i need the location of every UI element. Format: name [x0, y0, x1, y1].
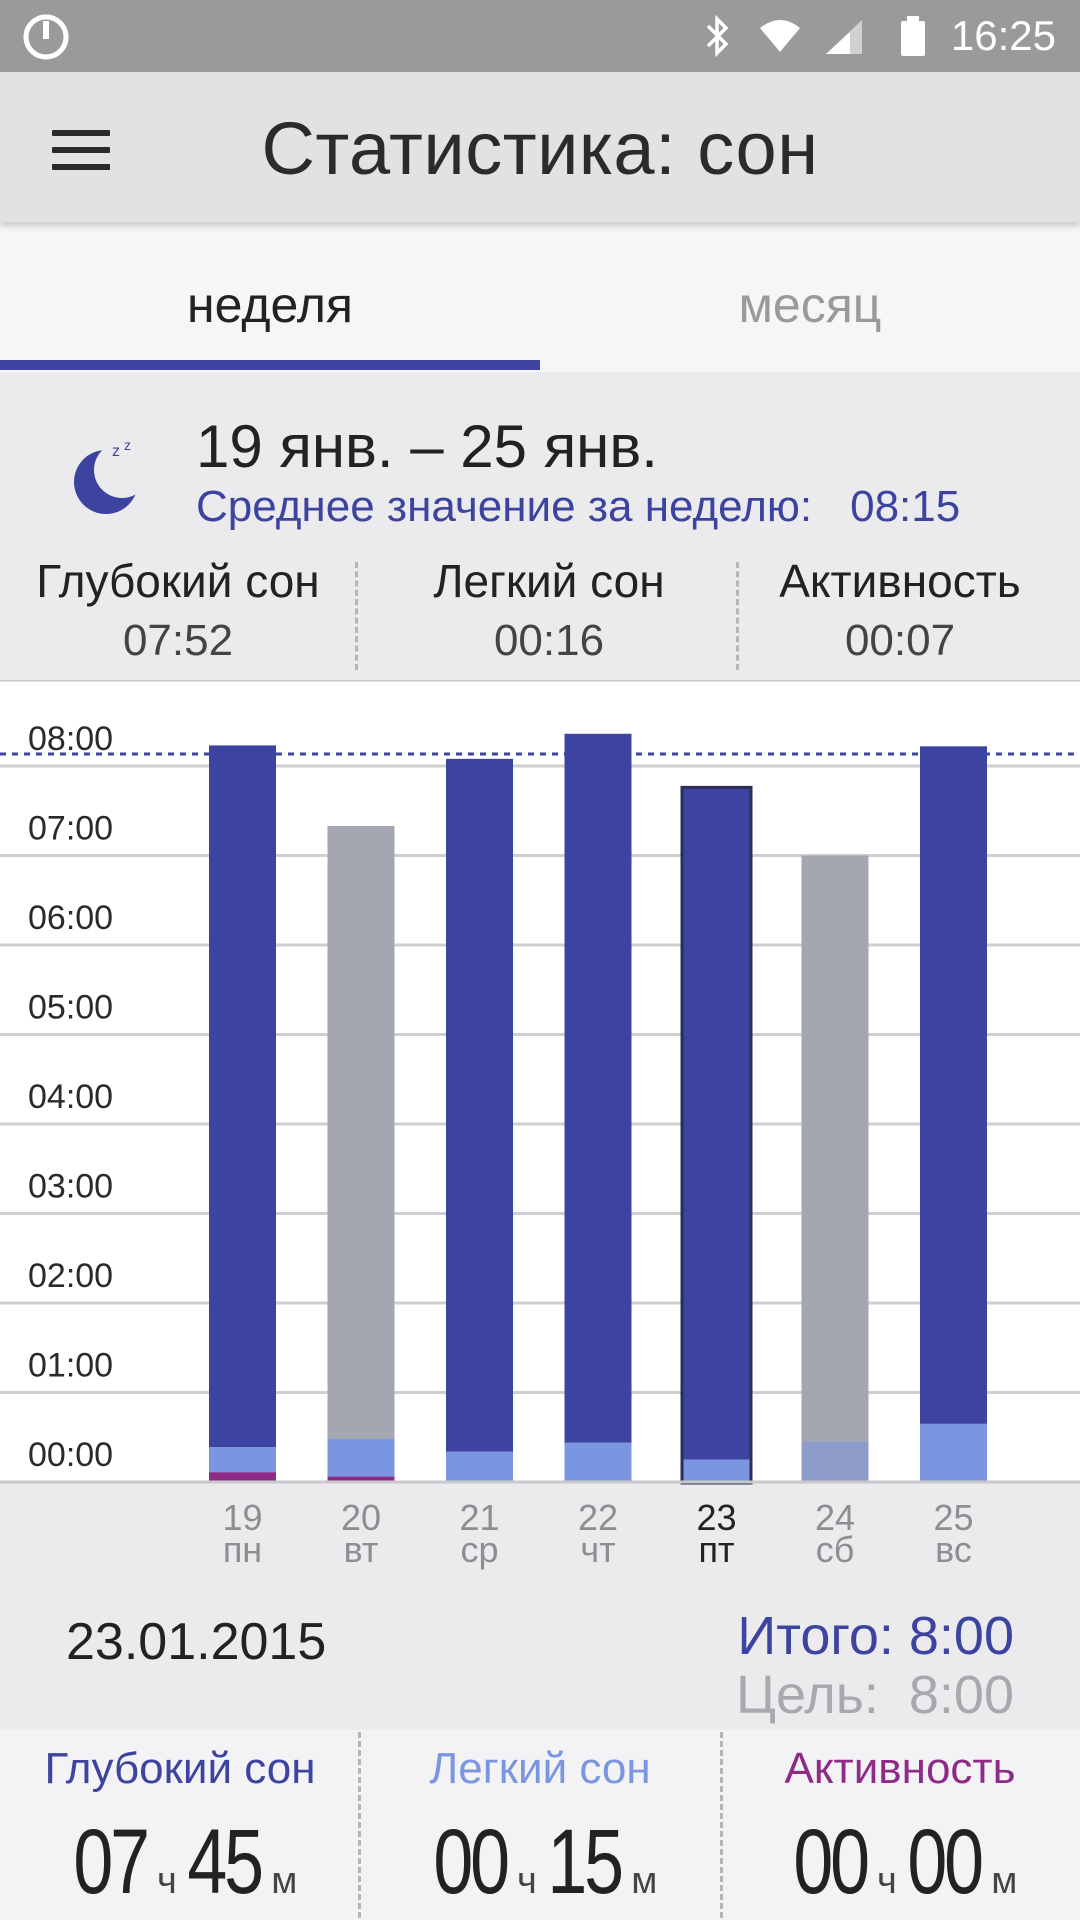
y-tick-label: 03:00 — [28, 1168, 113, 1206]
bar-deep-sleep — [920, 746, 987, 1424]
bar-light-sleep — [209, 1447, 276, 1473]
battery-icon — [901, 16, 925, 56]
stat-value: 00:16 — [493, 616, 605, 665]
x-tick-weekday: пт — [699, 1529, 735, 1570]
minutes-unit: м — [991, 1860, 1018, 1902]
status-bar: 16:25 — [0, 0, 1080, 72]
bar-light-sleep — [327, 1439, 395, 1477]
stat-value: 07:52 — [122, 616, 234, 665]
bar-light-sleep — [801, 1441, 869, 1482]
bar-light-sleep — [683, 1459, 750, 1482]
hours: 07 — [73, 1811, 150, 1913]
bar-light-sleep — [920, 1423, 987, 1482]
stat-value: 00:07 — [844, 616, 956, 665]
weekly-stats: Глубокий сон 07:52 Легкий сон 00:16 Акти… — [0, 554, 1080, 666]
y-tick-label: 02:00 — [28, 1257, 113, 1295]
stat-label: Глубокий сон — [36, 555, 320, 607]
bar-light-sleep — [564, 1442, 632, 1482]
minutes: 45 — [187, 1811, 264, 1913]
stat-deep-sleep: Глубокий сон 07:52 — [0, 554, 356, 666]
y-tick-label: 00:00 — [28, 1436, 113, 1474]
x-tick-weekday: сб — [816, 1529, 855, 1570]
y-tick-label: 01:00 — [28, 1347, 113, 1385]
breakdown-label: Активность — [784, 1744, 1016, 1793]
divider — [355, 562, 358, 670]
tab-indicator — [0, 360, 540, 370]
stat-activity: Активность 00:07 — [740, 554, 1060, 666]
hours: 00 — [433, 1811, 510, 1913]
stat-light-sleep: Легкий сон 00:16 — [360, 554, 738, 666]
sleeping-moon-icon: z z — [74, 437, 148, 514]
breakdown-value: 07 ч 45 м — [0, 1810, 360, 1915]
cellular-icon — [826, 20, 862, 54]
day-breakdown: Глубокий сон 07 ч 45 м Легкий сон 00 ч 15 м Ак… — [0, 1730, 1080, 1920]
breakdown-activity: Активность 00 ч 00 м — [720, 1730, 1080, 1915]
week-summary: z z 19 янв. – 25 янв. Среднее значение з… — [0, 372, 1080, 680]
date-range: 19 янв. – 25 янв. — [196, 413, 658, 480]
hours: 00 — [793, 1811, 870, 1913]
y-tick-label: 06:00 — [28, 899, 113, 937]
bar-inactive — [327, 825, 395, 1482]
breakdown-label: Легкий сон — [429, 1744, 651, 1793]
divider — [736, 562, 739, 670]
x-axis-band — [0, 1482, 1080, 1600]
bar-deep-sleep — [683, 788, 750, 1460]
x-tick-weekday: пн — [223, 1529, 262, 1570]
bar-light-sleep — [446, 1451, 513, 1482]
plot-area — [0, 680, 1080, 1482]
minutes-unit: м — [271, 1860, 298, 1902]
y-tick-label: 08:00 — [28, 720, 113, 758]
selected-date: 23.01.2015 — [66, 1613, 327, 1671]
breakdown-value: 00 ч 15 м — [360, 1810, 720, 1915]
bar-inactive — [801, 855, 869, 1482]
breakdown-value: 00 ч 00 м — [720, 1810, 1080, 1915]
breakdown-deep-sleep: Глубокий сон 07 ч 45 м — [0, 1730, 360, 1915]
y-tick-label: 05:00 — [28, 989, 113, 1027]
bluetooth-icon — [706, 14, 729, 58]
tab-bar: неделя месяц — [0, 222, 1080, 372]
breakdown-light-sleep: Легкий сон 00 ч 15 м — [360, 1730, 720, 1915]
hours-unit: ч — [877, 1860, 897, 1902]
bar-deep-sleep — [564, 733, 632, 1443]
minutes: 00 — [907, 1811, 984, 1913]
hours-unit: ч — [157, 1860, 177, 1902]
sleep-chart: 00:00 01:00 02:00 03:00 04:00 05:00 06:00 07:00… — [0, 680, 1080, 1700]
total-sleep: Итого: 8:00 — [737, 1606, 1014, 1666]
minutes-unit: м — [631, 1860, 658, 1902]
y-tick-label: 04:00 — [28, 1078, 113, 1116]
breakdown-label: Глубокий сон — [44, 1744, 316, 1793]
stat-label: Легкий сон — [433, 555, 665, 607]
page-title: Статистика: сон — [261, 107, 819, 190]
x-tick-weekday: ср — [460, 1529, 498, 1570]
x-tick-weekday: вт — [344, 1529, 379, 1570]
stat-label: Активность — [779, 555, 1021, 607]
hours-unit: ч — [517, 1860, 537, 1902]
goal-value: 8:00 — [908, 1665, 1014, 1725]
power-app-icon — [23, 14, 69, 60]
tab-week[interactable]: неделя — [0, 276, 540, 334]
svg-text:z: z — [112, 443, 120, 460]
x-tick-weekday: чт — [580, 1529, 615, 1570]
sleep-goal: Цель: 8:00 — [736, 1664, 1014, 1726]
status-time: 16:25 — [950, 12, 1056, 59]
y-tick-label: 07:00 — [28, 810, 113, 848]
minutes: 15 — [547, 1811, 624, 1913]
tab-month[interactable]: месяц — [540, 276, 1080, 334]
goal-label: Цель: — [736, 1665, 879, 1725]
x-tick-weekday: вс — [935, 1529, 972, 1570]
bar-deep-sleep — [446, 758, 513, 1452]
weekly-average-label: Среднее значение за неделю: — [196, 482, 813, 531]
weekly-average: Среднее значение за неделю: 08:15 — [196, 482, 960, 532]
sleep-bar-chart: 00:00 01:00 02:00 03:00 04:00 05:00 06:00 07:00… — [0, 680, 1080, 1600]
bar-deep-sleep — [209, 745, 276, 1448]
svg-text:z: z — [124, 437, 131, 453]
weekly-average-value: 08:15 — [850, 482, 961, 531]
app-bar: Статистика: сон — [0, 72, 1080, 222]
wifi-icon — [760, 20, 800, 52]
